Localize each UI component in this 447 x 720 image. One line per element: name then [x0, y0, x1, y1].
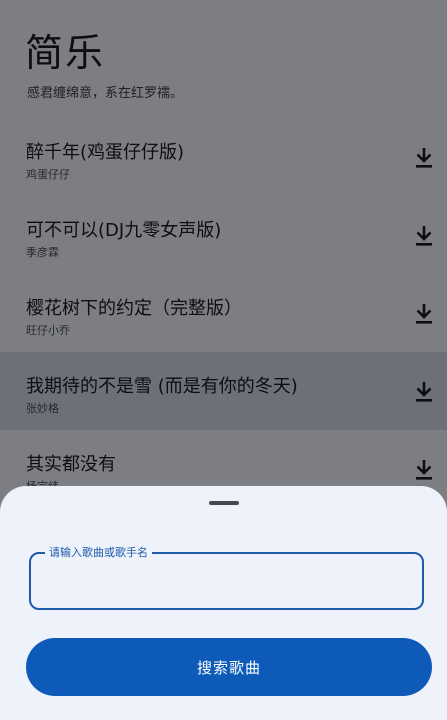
search-field-label: 请输入歌曲或歌手名: [45, 545, 152, 561]
search-field[interactable]: 请输入歌曲或歌手名: [29, 545, 424, 610]
drag-handle[interactable]: [209, 501, 239, 505]
search-bottom-sheet: 请输入歌曲或歌手名 搜索歌曲: [0, 486, 447, 720]
search-button[interactable]: 搜索歌曲: [26, 638, 432, 696]
search-input[interactable]: [45, 566, 409, 598]
